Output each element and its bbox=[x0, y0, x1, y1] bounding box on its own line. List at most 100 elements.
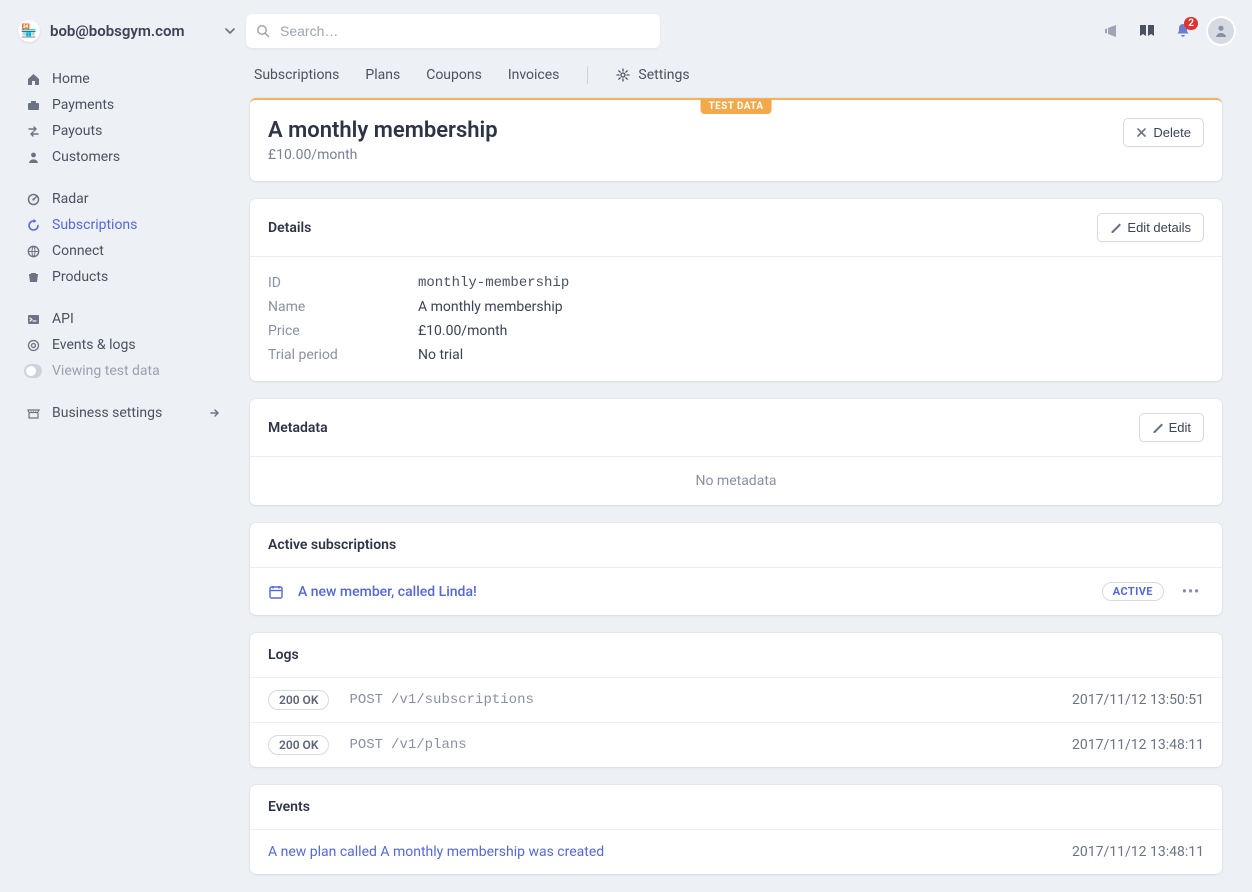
log-row[interactable]: 200 OK POST /v1/plans 2017/11/12 13:48:1… bbox=[250, 722, 1222, 767]
detail-key: Trial period bbox=[268, 347, 418, 363]
http-path: /v1/subscriptions bbox=[391, 692, 534, 708]
tab-invoices[interactable]: Invoices bbox=[508, 67, 560, 83]
detail-value: A monthly membership bbox=[418, 299, 563, 315]
search-icon bbox=[256, 24, 270, 38]
sidebar-item-label: API bbox=[52, 311, 74, 327]
sidebar-item-label: Payouts bbox=[52, 123, 102, 139]
edit-metadata-button[interactable]: Edit bbox=[1139, 413, 1204, 442]
content: Subscriptions Plans Coupons Invoices Set… bbox=[236, 48, 1236, 892]
detail-row-price: Price £10.00/month bbox=[268, 319, 1204, 343]
search-input[interactable] bbox=[246, 14, 660, 48]
detail-row-id: ID monthly-membership bbox=[268, 271, 1204, 295]
transfer-icon bbox=[24, 124, 42, 139]
sidebar-item-connect[interactable]: Connect bbox=[18, 238, 226, 264]
details-card: Details Edit details ID monthly-membersh… bbox=[250, 199, 1222, 381]
sidebar-item-label: Business settings bbox=[52, 405, 162, 421]
detail-value: £10.00/month bbox=[418, 323, 507, 339]
divider bbox=[587, 66, 588, 84]
pencil-icon bbox=[1152, 422, 1163, 433]
tab-label: Settings bbox=[638, 67, 689, 83]
topbar: 🏪 bob@bobsgym.com 2 bbox=[0, 0, 1252, 48]
log-timestamp: 2017/11/12 13:48:11 bbox=[1072, 737, 1204, 753]
terminal-icon bbox=[24, 312, 42, 327]
search-field bbox=[246, 14, 660, 48]
sidebar-item-events-logs[interactable]: Events & logs bbox=[18, 332, 226, 358]
status-badge: ACTIVE bbox=[1102, 582, 1164, 601]
log-timestamp: 2017/11/12 13:50:51 bbox=[1072, 692, 1204, 708]
products-icon bbox=[24, 270, 42, 285]
close-icon bbox=[1136, 127, 1147, 138]
docs-icon[interactable] bbox=[1136, 20, 1158, 42]
refresh-icon bbox=[24, 218, 42, 233]
http-method: POST bbox=[349, 692, 383, 708]
detail-row-name: Name A monthly membership bbox=[268, 295, 1204, 319]
detail-key: ID bbox=[268, 275, 418, 291]
button-label: Edit bbox=[1169, 420, 1191, 435]
account-switcher[interactable]: 🏪 bob@bobsgym.com bbox=[18, 20, 236, 42]
subscription-link[interactable]: A new member, called Linda! bbox=[298, 584, 477, 600]
sidebar-item-subscriptions[interactable]: Subscriptions bbox=[18, 212, 226, 238]
plan-hero-card: TEST DATA A monthly membership £10.00/mo… bbox=[250, 98, 1222, 181]
subscription-row[interactable]: A new member, called Linda! ACTIVE ••• bbox=[250, 568, 1222, 615]
tab-settings[interactable]: Settings bbox=[616, 67, 689, 83]
logs-card: Logs 200 OK POST /v1/subscriptions 2017/… bbox=[250, 633, 1222, 767]
card-title: Details bbox=[268, 220, 311, 236]
sidebar: Home Payments Payouts Customers Radar bbox=[0, 48, 236, 892]
sidebar-item-label: Radar bbox=[52, 191, 89, 207]
sidebar-item-products[interactable]: Products bbox=[18, 264, 226, 290]
detail-value: No trial bbox=[418, 347, 463, 363]
sidebar-item-home[interactable]: Home bbox=[18, 66, 226, 92]
event-link[interactable]: A new plan called A monthly membership w… bbox=[268, 844, 604, 860]
user-avatar[interactable] bbox=[1208, 18, 1234, 44]
tab-subscriptions[interactable]: Subscriptions bbox=[254, 67, 339, 83]
sidebar-item-radar[interactable]: Radar bbox=[18, 186, 226, 212]
connect-icon bbox=[24, 244, 42, 259]
plan-title: A monthly membership bbox=[268, 118, 498, 143]
sidebar-item-payouts[interactable]: Payouts bbox=[18, 118, 226, 144]
bell-icon[interactable]: 2 bbox=[1172, 20, 1194, 42]
sidebar-item-label: Viewing test data bbox=[52, 363, 160, 379]
button-label: Delete bbox=[1153, 125, 1191, 140]
megaphone-icon[interactable] bbox=[1100, 20, 1122, 42]
log-row[interactable]: 200 OK POST /v1/subscriptions 2017/11/12… bbox=[250, 677, 1222, 722]
sidebar-item-business-settings[interactable]: Business settings bbox=[18, 400, 226, 426]
pencil-icon bbox=[1110, 222, 1121, 233]
detail-row-trial: Trial period No trial bbox=[268, 343, 1204, 367]
sidebar-item-api[interactable]: API bbox=[18, 306, 226, 332]
detail-key: Name bbox=[268, 299, 418, 315]
home-icon bbox=[24, 72, 42, 87]
customers-icon bbox=[24, 150, 42, 165]
sidebar-item-label: Home bbox=[52, 71, 90, 87]
notification-count: 2 bbox=[1184, 17, 1198, 30]
http-status-pill: 200 OK bbox=[268, 735, 329, 755]
arrow-right-icon bbox=[208, 407, 220, 419]
store-front-icon bbox=[24, 406, 42, 421]
sidebar-item-label: Events & logs bbox=[52, 337, 136, 353]
sidebar-item-payments[interactable]: Payments bbox=[18, 92, 226, 118]
sidebar-item-label: Customers bbox=[52, 149, 120, 165]
gear-icon bbox=[616, 68, 630, 82]
sidebar-item-customers[interactable]: Customers bbox=[18, 144, 226, 170]
row-actions-menu[interactable]: ••• bbox=[1178, 584, 1204, 600]
events-card: Events A new plan called A monthly membe… bbox=[250, 785, 1222, 874]
delete-button[interactable]: Delete bbox=[1123, 118, 1204, 147]
edit-details-button[interactable]: Edit details bbox=[1097, 213, 1204, 242]
tab-plans[interactable]: Plans bbox=[365, 67, 400, 83]
metadata-card: Metadata Edit No metadata bbox=[250, 399, 1222, 505]
event-timestamp: 2017/11/12 13:48:11 bbox=[1072, 844, 1204, 860]
active-subscriptions-card: Active subscriptions A new member, calle… bbox=[250, 523, 1222, 615]
http-method: POST bbox=[349, 737, 383, 753]
plan-price: £10.00/month bbox=[268, 147, 498, 163]
card-title: Metadata bbox=[268, 420, 328, 436]
sidebar-item-label: Subscriptions bbox=[52, 217, 137, 233]
calendar-icon bbox=[268, 584, 284, 600]
metadata-empty: No metadata bbox=[250, 457, 1222, 505]
account-email: bob@bobsgym.com bbox=[50, 22, 185, 40]
subnav: Subscriptions Plans Coupons Invoices Set… bbox=[250, 66, 1222, 98]
sidebar-item-test-toggle[interactable]: Viewing test data bbox=[18, 358, 226, 384]
tab-coupons[interactable]: Coupons bbox=[426, 67, 482, 83]
sidebar-item-label: Products bbox=[52, 269, 108, 285]
detail-value: monthly-membership bbox=[418, 275, 569, 291]
card-title: Logs bbox=[268, 647, 299, 663]
radar-icon bbox=[24, 192, 42, 207]
